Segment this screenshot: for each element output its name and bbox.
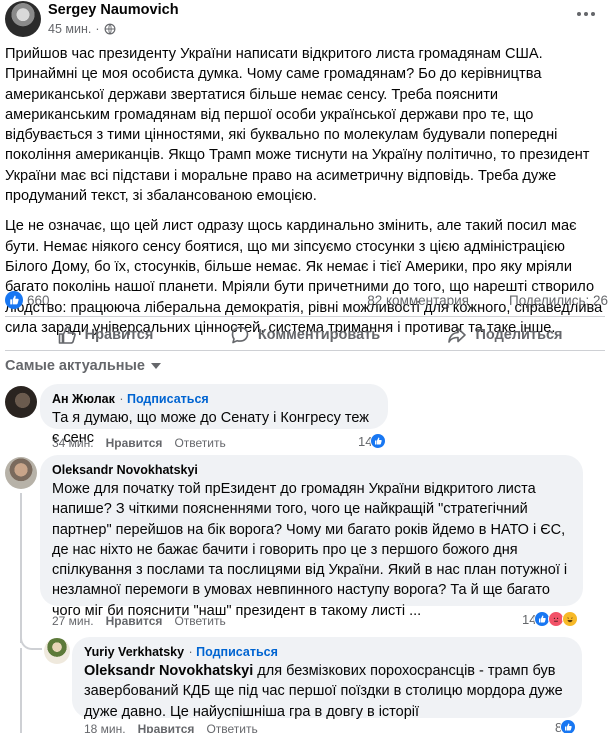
comment-icon	[231, 326, 249, 344]
comment-header: Oleksandr Novokhatskyi	[52, 463, 571, 477]
comment-reactions[interactable]: 8	[555, 719, 577, 733]
share-button-label: Поделиться	[475, 327, 563, 343]
commenter-avatar[interactable]	[5, 386, 37, 418]
comment-header: Yuriy Verkhatsky · Подписаться	[84, 645, 278, 659]
comment-reply-link[interactable]: Ответить	[174, 614, 225, 628]
commenter-name[interactable]: Oleksandr Novokhatskyi	[52, 463, 198, 477]
comment-header: Ан Жюлак · Подписаться	[52, 392, 209, 406]
comment-time[interactable]: 34 мин.	[52, 436, 94, 450]
like-button-label: Нравится	[84, 327, 154, 343]
post-actions: Нравится Комментировать Поделиться	[5, 318, 605, 352]
follow-link[interactable]: Подписаться	[127, 392, 209, 406]
meta-separator: ·	[95, 22, 100, 36]
comment-like-link[interactable]: Нравится	[138, 722, 195, 733]
comment-button[interactable]: Комментировать	[205, 318, 405, 352]
comment-reactions[interactable]: 14	[522, 611, 579, 627]
comments-sort-dropdown[interactable]: Самые актуальные	[5, 358, 161, 374]
comment-actions: 27 мин. Нравится Ответить	[52, 614, 226, 628]
sort-label: Самые актуальные	[5, 358, 145, 374]
comment-bubble: Ан Жюлак · Подписаться Та я думаю, що мо…	[40, 384, 388, 446]
post-stats: 660 82 комментария Поделились: 26	[5, 291, 608, 311]
post-author-name[interactable]: Sergey Naumovich	[48, 2, 179, 18]
like-reaction-icon[interactable]	[5, 291, 23, 309]
author-avatar[interactable]	[5, 1, 41, 37]
like-button[interactable]: Нравится	[5, 318, 205, 352]
divider	[5, 316, 605, 317]
thread-elbow	[20, 620, 42, 650]
comment-bubble: Oleksandr Novokhatskyi Може для початку …	[40, 455, 583, 619]
comment-reply-link[interactable]: Ответить	[206, 722, 257, 733]
thread-line	[20, 648, 22, 733]
comment-like-link[interactable]: Нравится	[106, 436, 163, 450]
comment-bubble: Yuriy Verkhatsky · Подписаться Oleksandr…	[72, 637, 582, 720]
thumbs-up-icon	[58, 326, 76, 344]
commenter-avatar[interactable]	[5, 457, 37, 489]
comment-button-label: Комментировать	[257, 327, 381, 343]
comment-text: Може для початку той прЕзидент до громад…	[52, 481, 568, 619]
post-header: Sergey Naumovich 45 мин. ·	[0, 0, 609, 44]
comment-like-link[interactable]: Нравится	[106, 614, 163, 628]
comment-actions: 34 мин. Нравится Ответить	[52, 436, 226, 450]
laugh-reaction-icon	[562, 611, 579, 627]
comment-reply-link[interactable]: Ответить	[174, 436, 225, 450]
divider	[5, 350, 605, 351]
post-paragraph: Прийшов час президенту України написати …	[5, 46, 590, 205]
like-reaction-icon	[370, 433, 387, 449]
commenter-name[interactable]: Yuriy Verkhatsky	[84, 645, 184, 659]
comment-text: Oleksandr Novokhatskyi для безмізкових п…	[84, 661, 570, 722]
post-time[interactable]: 45 мин.	[48, 22, 91, 36]
like-reaction-icon	[560, 719, 577, 733]
likes-count[interactable]: 660	[27, 293, 50, 308]
commenter-avatar[interactable]	[44, 638, 70, 664]
comment-time[interactable]: 27 мин.	[52, 614, 94, 628]
more-options-icon[interactable]	[573, 4, 599, 24]
globe-icon	[104, 23, 115, 35]
shares-count[interactable]: Поделились: 26	[509, 293, 608, 308]
post-meta: 45 мин. ·	[48, 22, 116, 36]
comment-reactions[interactable]: 14	[358, 433, 387, 449]
mention-link[interactable]: Oleksandr Novokhatskyi	[84, 663, 253, 679]
share-button[interactable]: Поделиться	[405, 318, 605, 352]
commenter-name[interactable]: Ан Жюлак	[52, 392, 115, 406]
chevron-down-icon	[150, 363, 161, 369]
share-icon	[448, 327, 467, 343]
comment-time[interactable]: 18 мин.	[84, 722, 126, 733]
follow-link[interactable]: Подписаться	[196, 645, 278, 659]
comment-actions: 18 мин. Нравится Ответить	[84, 722, 258, 733]
comments-count[interactable]: 82 комментария	[367, 293, 469, 308]
